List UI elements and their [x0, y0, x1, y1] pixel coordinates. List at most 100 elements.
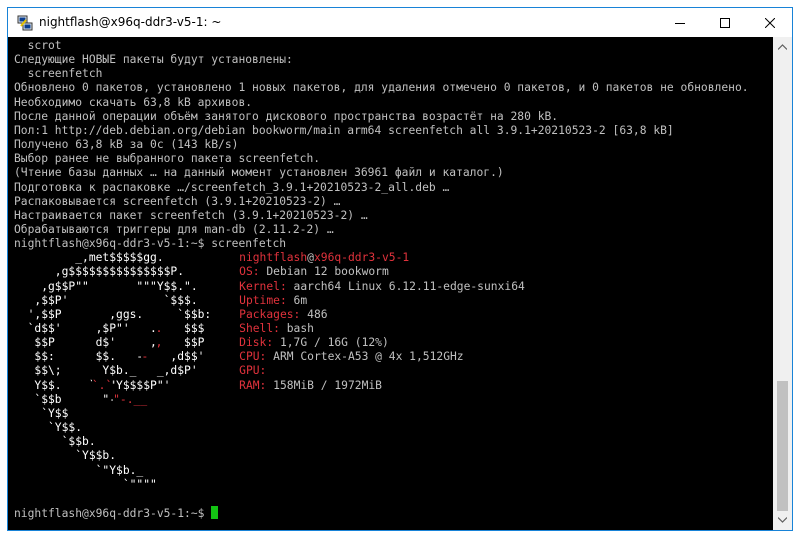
logo-ascii: `""""	[14, 477, 157, 491]
chevron-down-icon	[778, 517, 787, 523]
sysinfo-field: Disk: 1,7G / 16G (12%)	[239, 336, 389, 350]
logo-ascii: $$\; Y$b._ _,d$P'	[14, 364, 198, 378]
maximize-button[interactable]	[702, 8, 747, 37]
terminal-line: Настраивается пакет screenfetch (3.9.1+2…	[14, 208, 368, 222]
sysinfo-field: Shell: bash	[239, 322, 314, 336]
terminal-line: Следующие НОВЫЕ пакеты будут установлены…	[14, 53, 293, 67]
close-icon	[764, 17, 775, 28]
screenfetch-logo-row: ',$$P ,ggs. `$$b:	[14, 307, 212, 322]
sysinfo-field: Packages: 486	[239, 308, 327, 322]
scrollbar-thumb[interactable]	[777, 381, 788, 511]
screenfetch-logo-row: ,g$$$$$$$$$$$$$$$P.	[14, 265, 184, 279]
terminal-screen[interactable]: scrot Следующие НОВЫЕ пакеты будут устано…	[8, 37, 773, 530]
screenfetch-logo-row: $$: $$. - ,d$$'	[14, 350, 204, 364]
minimize-icon	[674, 22, 685, 24]
scroll-up-button[interactable]	[773, 40, 792, 54]
terminal-line: Распаковывается screenfetch (3.9.1+20210…	[14, 194, 341, 208]
screenfetch-logo-row: `Y$$.	[14, 421, 82, 435]
screenfetch-logo-row: `d$$' ,$P"' . $$$	[14, 322, 205, 336]
logo-red-mark: ,	[155, 336, 163, 351]
screenfetch-logo-row: `$$b.	[14, 435, 96, 449]
prompt-line: nightflash@x96q-ddr3-v5-1:~$	[14, 506, 219, 520]
sysinfo-host: x96q-ddr3-v5-1	[313, 251, 410, 265]
putty-window: nightflash@x96q-ddr3-v5-1: ~ scrot Следую…	[7, 7, 793, 531]
logo-red-mark: .	[155, 322, 163, 336]
terminal-line: После данной операции объём занятого дис…	[14, 109, 559, 123]
sysinfo-label: Disk:	[239, 336, 274, 350]
logo-ascii: `d$$' ,$P"' . $$$	[14, 322, 205, 335]
logo-ascii: ',$$P ,ggs. `$$b:	[14, 307, 212, 321]
putty-icon[interactable]	[17, 15, 33, 31]
sysinfo-field: Kernel: aarch64 Linux 6.12.11-edge-sunxi…	[239, 280, 525, 294]
title-bar[interactable]: nightflash@x96q-ddr3-v5-1: ~	[8, 8, 792, 37]
logo-red-mark: "-.__	[113, 392, 148, 407]
screenfetch-logo-row: $$P d$' , $$P	[14, 336, 204, 350]
sysinfo-value: ARM Cortex-A53 @ 4x 1,512GHz	[266, 350, 464, 364]
terminal-line: Получено 63,8 kB за 0с (143 kB/s)	[14, 138, 239, 152]
logo-ascii: `Y$$.	[14, 421, 83, 435]
sysinfo-value: aarch64 Linux 6.12.11-edge-sunxi64	[286, 279, 525, 293]
terminal-cursor	[211, 506, 219, 519]
logo-ascii: $$P d$' , $$P	[14, 336, 205, 350]
logo-ascii: `Y$$b.	[14, 449, 117, 463]
terminal-line: screenfetch	[14, 67, 103, 81]
terminal-line: (Чтение базы данных … на данный момент у…	[14, 166, 504, 180]
window-title: nightflash@x96q-ddr3-v5-1: ~	[39, 15, 222, 29]
logo-ascii: $$: $$. - ,d$$'	[14, 350, 205, 364]
terminal-line: Необходимо скачать 63,8 kB архивов.	[14, 95, 253, 109]
logo-red-mark: -	[141, 350, 149, 365]
terminal-line: Подготовка к распаковке …/screenfetch_3.…	[14, 180, 450, 194]
chevron-up-icon	[778, 44, 787, 50]
sysinfo-user: nightflash	[239, 251, 308, 265]
sysinfo-value: 158MiB / 1972MiB	[266, 378, 382, 392]
sysinfo-field: Uptime: 6m	[239, 294, 307, 308]
sysinfo-field: OS: Debian 12 bookworm	[239, 265, 389, 279]
sysinfo-label: CPU:	[239, 350, 267, 364]
maximize-icon	[719, 17, 730, 28]
terminal-line: Обрабатываются триггеры для man-db (2.11…	[14, 222, 334, 236]
logo-red-mark: `.`	[91, 378, 113, 393]
screenfetch-logo-row: $$\; Y$b._ _,d$P'	[14, 364, 198, 378]
logo-ascii: ,g$$P"" """Y$$.".	[14, 279, 198, 293]
terminal-line: Пол:1 http://deb.debian.org/debian bookw…	[14, 123, 674, 137]
sysinfo-value: bash	[279, 322, 314, 335]
sysinfo-header: nightflash@x96q-ddr3-v5-1	[239, 251, 409, 265]
terminal-line: scrot	[14, 39, 62, 52]
terminal-line: Обновлено 0 пакетов, установлено 1 новых…	[14, 81, 749, 95]
screenfetch-logo-row: _,met$$$$$gg.	[14, 251, 164, 265]
sysinfo-value: Debian 12 bookworm	[259, 265, 389, 279]
logo-ascii: `$$b.	[14, 435, 96, 449]
screenfetch-logo-row: `"Y$b._	[14, 463, 144, 478]
logo-ascii: ,g$$$$$$$$$$$$$$$P.	[14, 265, 185, 279]
sysinfo-label: Packages:	[239, 307, 301, 321]
minimize-button[interactable]	[657, 8, 702, 37]
sysinfo-label: Shell:	[239, 322, 280, 335]
shell-prompt: nightflash@x96q-ddr3-v5-1:~$	[14, 507, 212, 520]
sysinfo-field: RAM: 158MiB / 1972MiB	[239, 379, 382, 393]
terminal-line: nightflash@x96q-ddr3-v5-1:~$ screenfetch	[14, 237, 287, 251]
sysinfo-value: 486	[300, 307, 328, 321]
vertical-scrollbar[interactable]	[773, 37, 792, 530]
terminal-line: Выбор ранее не выбранного пакета screenf…	[14, 152, 321, 166]
logo-ascii: _,met$$$$$gg.	[14, 251, 164, 265]
sysinfo-field: CPU: ARM Cortex-A53 @ 4x 1,512GHz	[239, 350, 463, 364]
screenfetch-logo-row: `""""	[14, 478, 157, 492]
sysinfo-field: GPU:	[239, 364, 266, 378]
scroll-down-button[interactable]	[773, 513, 792, 527]
logo-ascii: ,$$P' `$$$.	[14, 293, 198, 307]
screenfetch-logo-row: ,g$$P"" """Y$$.".	[14, 279, 198, 294]
logo-ascii: `"Y$b._	[14, 463, 144, 477]
logo-ascii: `Y$$	[14, 406, 69, 420]
screenfetch-logo-row: `Y$$b.	[14, 449, 116, 463]
screenfetch-logo-row: `Y$$	[14, 407, 68, 421]
sysinfo-label: OS:	[239, 265, 260, 279]
sysinfo-value: 1,7G / 16G (12%)	[273, 336, 389, 350]
sysinfo-at: @	[307, 251, 314, 265]
screenfetch-logo-row: ,$$P' `$$$.	[14, 293, 198, 308]
sysinfo-label: RAM:	[239, 378, 267, 392]
sysinfo-value: 6m	[286, 293, 308, 307]
sysinfo-label: GPU:	[239, 364, 267, 378]
sysinfo-label: Uptime:	[239, 293, 287, 307]
sysinfo-label: Kernel:	[239, 279, 287, 293]
close-button[interactable]	[747, 8, 792, 37]
